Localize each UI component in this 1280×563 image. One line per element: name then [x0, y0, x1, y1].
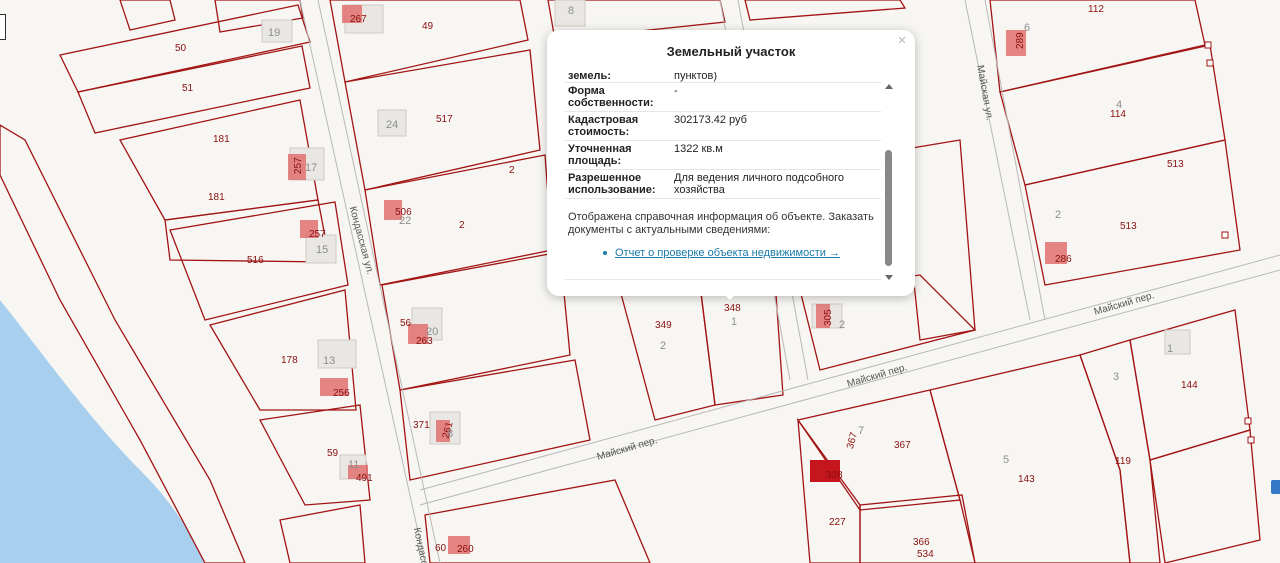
river-water	[0, 300, 205, 563]
svg-text:267: 267	[350, 14, 367, 25]
info-key: Кадастровая стоимость:	[568, 114, 639, 138]
svg-text:2: 2	[660, 340, 666, 352]
info-row-cadastral-value: Кадастровая стоимость: 302173.42 руб	[565, 112, 881, 141]
info-row-area: Уточненная площадь: 1322 кв.м	[565, 141, 881, 170]
svg-text:17: 17	[305, 162, 317, 174]
info-value: 1322 кв.м	[674, 143, 723, 155]
popup-pointer-icon	[724, 294, 736, 300]
svg-text:257: 257	[309, 229, 326, 240]
svg-text:13: 13	[323, 355, 335, 367]
svg-text:22: 22	[399, 215, 411, 227]
svg-text:181: 181	[213, 134, 230, 145]
info-value: Для ведения личного подсобного хозяйства	[674, 172, 845, 196]
svg-text:51: 51	[182, 83, 194, 94]
info-row-land-category: земель: пунктов)	[565, 72, 881, 83]
info-value: 302173.42 руб	[674, 114, 747, 126]
scroll-thumb[interactable]	[885, 150, 892, 266]
svg-text:119: 119	[1115, 456, 1131, 467]
svg-text:11: 11	[348, 459, 359, 471]
map-control-button[interactable]	[0, 14, 6, 40]
svg-text:49: 49	[422, 21, 434, 32]
svg-text:517: 517	[436, 114, 453, 125]
svg-text:19: 19	[268, 27, 280, 39]
info-row-ownership: Форма собственности: -	[565, 83, 881, 112]
svg-text:56: 56	[400, 318, 412, 329]
svg-text:15: 15	[316, 244, 328, 256]
svg-text:534: 534	[917, 549, 934, 560]
bullet-icon	[603, 251, 607, 256]
svg-text:112: 112	[1088, 4, 1104, 15]
svg-text:491: 491	[356, 473, 373, 484]
side-panel-icon[interactable]	[1271, 480, 1280, 494]
land-plot-popup: Земельный участок × земель: пунктов) Фор…	[547, 30, 915, 296]
info-note: Отображена справочная информация об объе…	[568, 211, 874, 236]
svg-text:513: 513	[1120, 221, 1137, 232]
svg-text:366: 366	[913, 537, 930, 548]
svg-text:305: 305	[823, 309, 834, 326]
svg-text:24: 24	[386, 119, 398, 131]
close-icon[interactable]: ×	[895, 32, 909, 50]
popup-title: Земельный участок	[666, 44, 796, 59]
info-row-permitted-use: Разрешенное использование: Для ведения л…	[565, 170, 881, 199]
svg-text:6: 6	[1024, 22, 1030, 34]
svg-text:516: 516	[247, 255, 264, 266]
scroll-down-icon[interactable]	[885, 275, 893, 280]
svg-text:Кондасская ул.: Кондасская ул.	[347, 205, 376, 276]
svg-text:256: 256	[333, 388, 350, 399]
svg-text:349: 349	[655, 320, 672, 331]
info-key: Форма собственности:	[568, 85, 654, 109]
svg-text:60: 60	[435, 543, 447, 554]
svg-text:227: 227	[829, 517, 846, 528]
svg-text:2: 2	[509, 165, 515, 176]
svg-text:7: 7	[858, 425, 864, 437]
svg-text:181: 181	[208, 192, 225, 203]
svg-text:20: 20	[426, 326, 438, 338]
svg-text:Майская ул.: Майская ул.	[974, 64, 995, 121]
popup-scrollbar[interactable]	[885, 84, 893, 280]
svg-text:114: 114	[1110, 109, 1126, 120]
info-key: Разрешенное использование:	[568, 172, 656, 196]
svg-text:1: 1	[731, 316, 737, 328]
svg-text:8: 8	[447, 428, 453, 440]
info-value: пунктов)	[674, 72, 718, 82]
svg-text:367: 367	[894, 440, 911, 451]
svg-text:8: 8	[568, 5, 574, 17]
svg-text:178: 178	[281, 355, 298, 366]
svg-text:144: 144	[1181, 380, 1198, 391]
info-key: земель:	[568, 72, 611, 82]
svg-text:260: 260	[457, 544, 474, 555]
svg-text:289: 289	[1015, 32, 1026, 49]
svg-text:513: 513	[1167, 159, 1184, 170]
svg-text:371: 371	[413, 420, 430, 431]
info-key: Уточненная площадь:	[568, 143, 632, 167]
svg-text:348: 348	[724, 303, 741, 314]
svg-text:2: 2	[839, 319, 845, 331]
report-link-item: Отчет о проверке объекта недвижимости →	[565, 237, 881, 259]
report-link[interactable]: Отчет о проверке объекта недвижимости →	[615, 247, 840, 259]
svg-text:338: 338	[826, 470, 843, 481]
svg-text:5: 5	[1003, 454, 1009, 466]
svg-text:Майский пер.: Майский пер.	[1093, 290, 1156, 318]
svg-text:59: 59	[327, 448, 339, 459]
svg-text:1: 1	[1167, 343, 1173, 355]
svg-text:286: 286	[1055, 254, 1072, 265]
svg-text:Майский пер.: Майский пер.	[846, 362, 909, 390]
svg-text:2: 2	[1055, 209, 1061, 221]
svg-text:2: 2	[459, 220, 465, 231]
svg-text:3: 3	[1113, 371, 1119, 383]
svg-text:143: 143	[1018, 474, 1035, 485]
info-value: -	[674, 85, 678, 97]
popup-divider	[565, 279, 881, 280]
svg-text:50: 50	[175, 43, 187, 54]
scroll-up-icon[interactable]	[885, 84, 893, 89]
popup-body[interactable]: земель: пунктов) Форма собственности: - …	[565, 72, 881, 292]
svg-text:257: 257	[293, 157, 304, 174]
